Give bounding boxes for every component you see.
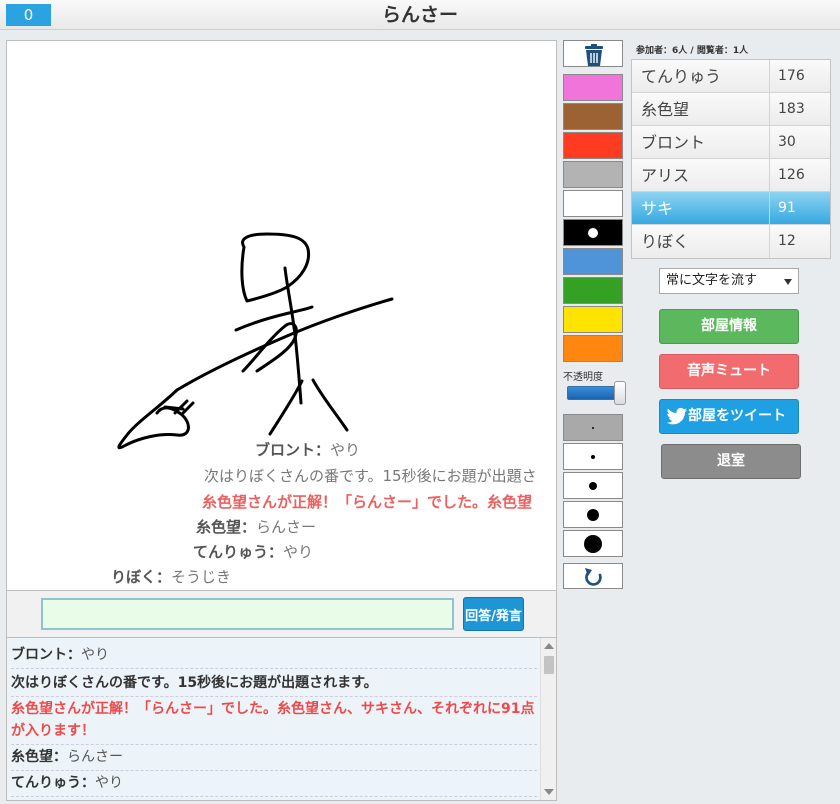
player-name: りぼく [641, 232, 690, 251]
brush-size-button[interactable] [563, 530, 623, 557]
canvas-msg: ブロント：やり [255, 441, 361, 459]
answer-submit-button[interactable]: 回答/発言 [463, 597, 524, 631]
player-row: サキ 91 [632, 192, 830, 225]
answer-bar: 回答/発言 [6, 591, 557, 637]
player-row: 糸色望 183 [632, 93, 830, 126]
clear-canvas-button[interactable] [563, 40, 623, 67]
player-name: てんりゅう [641, 67, 722, 86]
header-bar: 0 らんさー [0, 0, 840, 30]
chat-scrollbar[interactable] [540, 638, 556, 800]
bird-icon [666, 407, 688, 425]
scroll-thumb[interactable] [544, 656, 554, 674]
brush-dot-icon [584, 534, 602, 553]
player-score: 91 [769, 192, 832, 225]
brush-dot-icon [589, 481, 597, 490]
canvas-msg: 次はりぼくさんの番です。15秒後にお題が出題さ [204, 467, 537, 485]
player-row: てんりゅう 176 [632, 60, 830, 93]
color-swatch[interactable] [563, 335, 623, 362]
brush-size-button[interactable] [563, 443, 623, 470]
color-swatch[interactable] [563, 161, 623, 188]
room-info-button[interactable]: 部屋情報 [659, 309, 799, 344]
players-count: 参加者：6人 / 閲覧者：1人 [636, 46, 749, 56]
player-row: ブロント 30 [632, 126, 830, 159]
chat-item: ブロント：やり [11, 642, 537, 669]
tweet-button[interactable]: 部屋をツイート [659, 399, 799, 434]
player-score: 183 [769, 93, 832, 126]
mute-button[interactable]: 音声ミュート [659, 354, 799, 389]
scroll-up-icon[interactable] [544, 643, 554, 649]
canvas-msg: てんりゅう：やり [193, 543, 314, 561]
trash-icon [585, 44, 603, 66]
player-score: 176 [769, 60, 832, 93]
canvas-chat-overlay: ブロント：やり 次はりぼくさんの番です。15秒後にお題が出題さ 糸色望さんが正解… [7, 41, 556, 590]
scroll-down-icon[interactable] [544, 789, 554, 795]
tweet-button-label: 部屋をツイート [688, 408, 786, 424]
opacity-slider-thumb[interactable] [614, 381, 626, 405]
player-name: アリス [641, 166, 690, 185]
canvas-msg: 糸色望：らんさー [196, 518, 317, 536]
brush-dot-icon [591, 454, 595, 459]
player-score: 126 [769, 159, 832, 192]
player-row: アリス 126 [632, 159, 830, 192]
chat-item-system: 次はりぼくさんの番です。15秒後にお題が出題されます。 [11, 670, 537, 697]
opacity-slider-track[interactable] [567, 386, 619, 400]
undo-button[interactable] [563, 563, 623, 589]
scroll-mode-value: 常に文字を流す [666, 273, 758, 288]
chevron-down-icon [784, 279, 792, 285]
color-swatch[interactable] [563, 306, 623, 333]
canvas-msg-correct: 糸色望さんが正解！「らんさー」でした。糸色望 [202, 493, 533, 511]
color-swatch[interactable] [563, 132, 623, 159]
canvas-msg: りぼく：そうじき [111, 568, 232, 586]
drawing-canvas[interactable]: ブロント：やり 次はりぼくさんの番です。15秒後にお題が出題さ 糸色望さんが正解… [6, 40, 557, 591]
brush-size-button[interactable] [563, 501, 623, 528]
player-row: りぼく 12 [632, 225, 830, 258]
color-swatch[interactable] [563, 248, 623, 275]
undo-icon [585, 568, 602, 586]
player-name: ブロント [641, 133, 706, 152]
player-score: 12 [769, 225, 832, 258]
player-list: てんりゅう 176 糸色望 183 ブロント 30 アリス 126 サキ 91 りぼく 12 [631, 59, 831, 259]
color-swatch[interactable] [563, 277, 623, 304]
color-swatch[interactable] [563, 190, 623, 217]
chat-item: てんりゅう：やり [11, 770, 537, 797]
opacity-slider[interactable] [567, 381, 626, 405]
brush-size-button[interactable] [563, 472, 623, 499]
chat-item-correct: 糸色望さんが正解！「らんさー」でした。糸色望さん、サキさん、それぞれに91点が入… [11, 696, 537, 745]
player-score: 30 [769, 126, 832, 159]
brush-size-button[interactable] [563, 414, 623, 441]
selected-color-indicator [588, 227, 598, 238]
brush-dot-icon [587, 508, 599, 521]
answer-title: らんさー [381, 4, 458, 26]
player-name: 糸色望 [641, 100, 690, 119]
color-swatch[interactable] [563, 74, 623, 101]
player-name: サキ [641, 199, 674, 218]
leave-button[interactable]: 退室 [661, 444, 801, 479]
brush-dot-icon [592, 426, 594, 429]
chat-item: 糸色望：らんさー [11, 744, 537, 771]
scroll-mode-select[interactable]: 常に文字を流す [659, 268, 799, 294]
chat-log[interactable]: ブロント：やり 次はりぼくさんの番です。15秒後にお題が出題されます。 糸色望さ… [6, 637, 557, 801]
color-swatch[interactable] [563, 103, 623, 130]
answer-input[interactable] [41, 598, 454, 630]
color-swatch[interactable] [563, 219, 623, 246]
